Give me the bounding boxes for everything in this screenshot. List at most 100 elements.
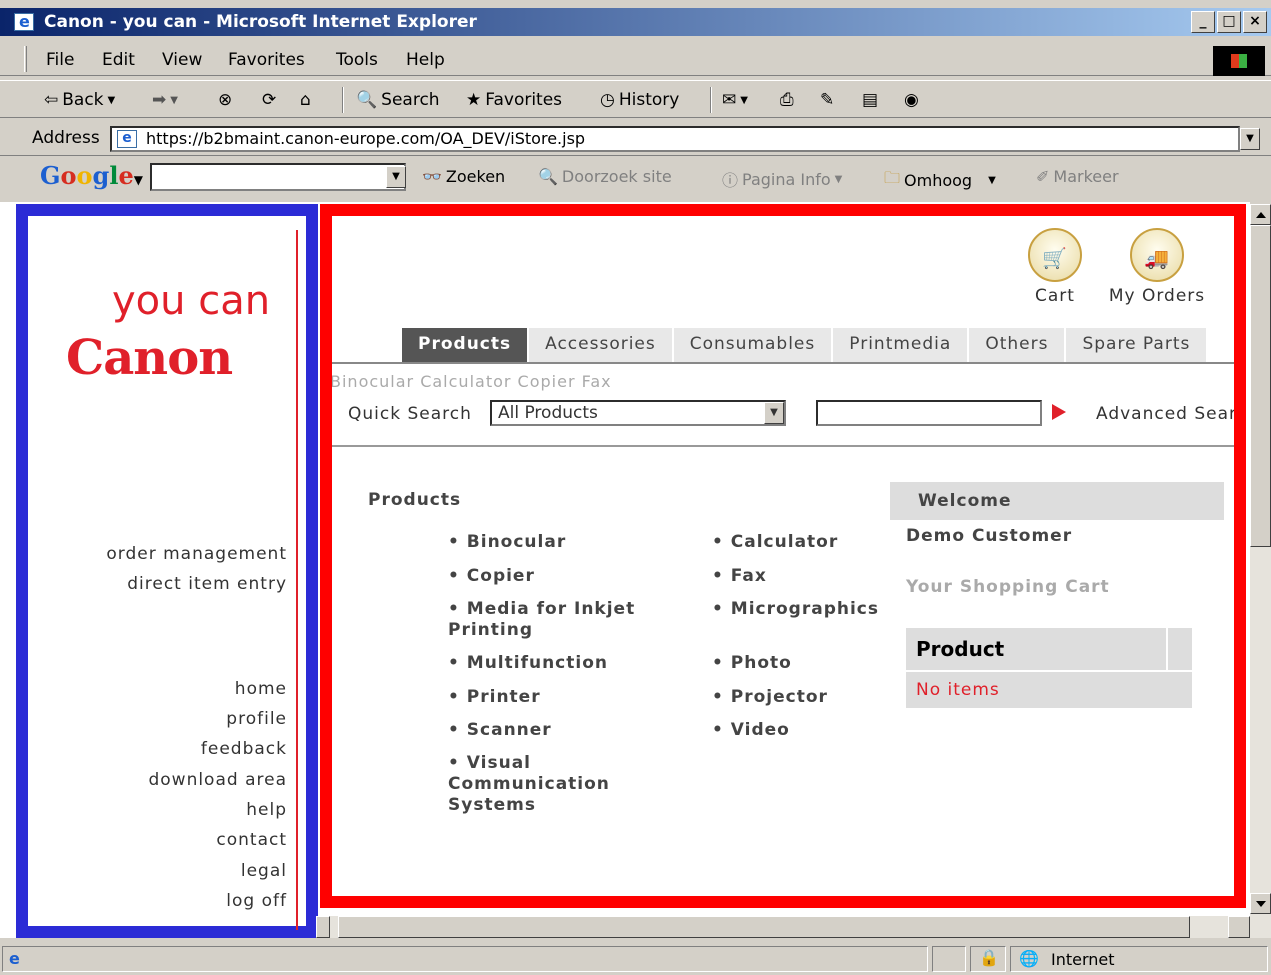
mail-button[interactable]: ✉ ▼: [722, 90, 748, 110]
address-bar: Address e https://b2bmaint.canon-europe.…: [0, 122, 1271, 156]
google-toolbar: Google▼ ▼ 👓 Zoeken 🔍 Doorzoek site ⓘ Pagina…: [0, 158, 1271, 196]
zone-label: Internet: [1051, 950, 1115, 969]
refresh-button[interactable]: ⟳: [262, 90, 276, 110]
product-link-scanner[interactable]: • Scanner: [448, 720, 552, 741]
product-link-copier[interactable]: • Copier: [448, 566, 535, 587]
tab-accessories[interactable]: Accessories: [529, 328, 674, 362]
product-link-photo[interactable]: • Photo: [712, 653, 792, 674]
print-icon: ⎙: [780, 90, 794, 110]
customer-name: Demo Customer: [906, 526, 1073, 546]
nav-log-off[interactable]: log off: [226, 891, 287, 911]
menu-file[interactable]: File: [46, 50, 74, 70]
nav-feedback[interactable]: feedback: [201, 739, 287, 759]
tab-consumables[interactable]: Consumables: [673, 328, 834, 362]
mail-icon: ✉: [722, 90, 737, 110]
edit-button[interactable]: ✎: [820, 90, 834, 110]
favorites-icon: ★: [466, 90, 482, 110]
nav-download-area[interactable]: download area: [148, 770, 287, 790]
my-orders-button[interactable]: 🚚 My Orders: [1102, 228, 1212, 306]
minimize-button[interactable]: _: [1191, 11, 1215, 33]
favorites-button[interactable]: ★ Favorites: [466, 90, 562, 110]
tab-underline: [332, 362, 1234, 364]
standard-toolbar: ⇦ Back ▼ ➡ ▼ ⊗ ⟳ ⌂ 🔍 Search ★ Favorites ◷ Hist…: [0, 80, 1271, 118]
history-button[interactable]: ◷ History: [600, 90, 679, 110]
scroll-left-button[interactable]: [316, 916, 330, 938]
secure-pane: 🔒: [970, 946, 1006, 972]
stop-icon: ⊗: [218, 90, 233, 110]
product-link-binocular[interactable]: • Binocular: [448, 532, 566, 553]
nav-profile[interactable]: profile: [226, 709, 287, 729]
product-link-media-for-inkjet-printing[interactable]: • Media for Inkjet Printing: [448, 599, 648, 641]
nav-help[interactable]: help: [246, 800, 287, 820]
back-button[interactable]: ⇦ Back ▼: [44, 90, 115, 110]
spy-button[interactable]: ◉: [904, 90, 919, 110]
menu-edit[interactable]: Edit: [102, 50, 135, 70]
discuss-button[interactable]: ▤: [862, 90, 878, 110]
globe-icon: 🌐: [1019, 949, 1039, 968]
go-arrow-icon[interactable]: [1052, 404, 1066, 420]
tab-printmedia[interactable]: Printmedia: [833, 328, 970, 362]
tab-spare-parts[interactable]: Spare Parts: [1066, 328, 1209, 362]
product-link-multifunction[interactable]: • Multifunction: [448, 653, 608, 674]
horizontal-scroll-thumb[interactable]: [338, 916, 1190, 938]
maximize-button[interactable]: □: [1217, 11, 1241, 33]
product-link-visual-communication-systems[interactable]: • Visual Communication Systems: [448, 753, 648, 816]
print-button[interactable]: ⎙: [780, 90, 794, 110]
product-link-micrographics[interactable]: • Micrographics: [712, 599, 882, 620]
menu-favorites[interactable]: Favorites: [228, 50, 305, 70]
vertical-scroll-thumb[interactable]: [1250, 225, 1271, 547]
scroll-up-button[interactable]: [1250, 204, 1271, 225]
scroll-right-button[interactable]: [1228, 916, 1250, 938]
pagina-info-button[interactable]: ⓘ Pagina Info ▼: [722, 167, 842, 191]
chevron-down-icon[interactable]: ▼: [764, 402, 784, 424]
shopping-cart-title[interactable]: Your Shopping Cart: [906, 577, 1110, 597]
product-link-calculator[interactable]: • Calculator: [712, 532, 838, 553]
tab-products[interactable]: Products: [402, 328, 530, 362]
advanced-search-link[interactable]: Advanced Search: [1096, 404, 1234, 424]
doorzoek-site-button[interactable]: 🔍 Doorzoek site: [538, 167, 672, 186]
address-input[interactable]: e https://b2bmaint.canon-europe.com/OA_D…: [110, 126, 1240, 152]
window-title: Canon - you can - Microsoft Internet Exp…: [44, 12, 477, 32]
subcategory-links[interactable]: Binocular Calculator Copier Fax: [332, 372, 612, 391]
nav-order-management[interactable]: order management: [106, 544, 287, 564]
stop-button[interactable]: ⊗: [218, 90, 232, 110]
discuss-icon: ▤: [862, 90, 879, 110]
cart-button[interactable]: 🛒 Cart: [1020, 228, 1090, 306]
scroll-down-button[interactable]: [1250, 893, 1271, 914]
product-link-fax[interactable]: • Fax: [712, 566, 767, 587]
canon-logo[interactable]: Canon: [66, 330, 233, 386]
quick-search-select[interactable]: All Products ▼: [490, 400, 786, 426]
markeer-button[interactable]: ✐ Markeer: [1036, 167, 1119, 186]
quick-search-input[interactable]: [816, 400, 1042, 426]
menu-tools[interactable]: Tools: [336, 50, 378, 70]
omhoog-button[interactable]: 🗀 Omhoog ▼: [884, 167, 996, 194]
nav-legal[interactable]: legal: [241, 861, 287, 881]
history-icon: ◷: [600, 90, 615, 110]
nav-contact[interactable]: contact: [216, 830, 287, 850]
horizontal-scrollbar[interactable]: [316, 916, 1250, 938]
menu-help[interactable]: Help: [406, 50, 445, 70]
tab-others[interactable]: Others: [969, 328, 1067, 362]
google-logo[interactable]: Google▼: [40, 161, 143, 190]
address-dropdown-button[interactable]: ▼: [1240, 128, 1260, 150]
forward-button[interactable]: ➡ ▼: [152, 90, 178, 110]
ie-icon: [14, 8, 34, 36]
google-search-dropdown[interactable]: ▼: [386, 166, 406, 188]
lock-icon: 🔒: [979, 948, 999, 967]
vertical-scrollbar[interactable]: [1250, 204, 1271, 938]
close-button[interactable]: ×: [1243, 11, 1267, 33]
product-link-video[interactable]: • Video: [712, 720, 790, 741]
windows-logo-icon: [1213, 46, 1265, 76]
nav-home[interactable]: home: [235, 679, 287, 699]
google-search-input[interactable]: [150, 163, 406, 191]
nav-direct-item-entry[interactable]: direct item entry: [127, 574, 287, 594]
product-link-printer[interactable]: • Printer: [448, 687, 541, 708]
search-button[interactable]: 🔍 Search: [356, 90, 440, 110]
refresh-icon: ⟳: [262, 90, 277, 110]
home-button[interactable]: ⌂: [300, 90, 311, 110]
sidebar-divider: [296, 230, 298, 930]
page-icon: e: [117, 130, 137, 148]
product-link-projector[interactable]: • Projector: [712, 687, 828, 708]
zoeken-button[interactable]: 👓 Zoeken: [422, 167, 505, 186]
menu-view[interactable]: View: [162, 50, 202, 70]
